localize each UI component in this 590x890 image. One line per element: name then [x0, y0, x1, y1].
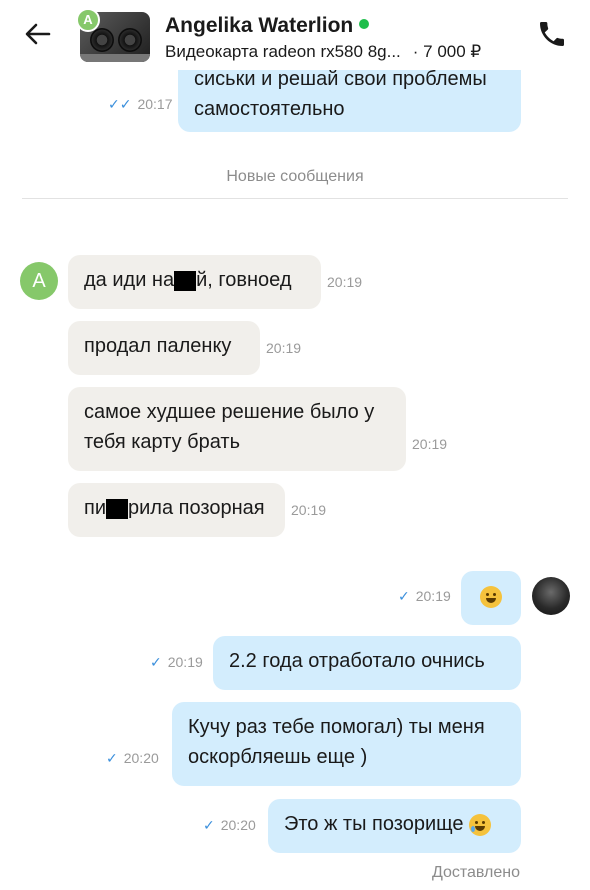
my-avatar[interactable]	[532, 577, 570, 615]
delivery-status: Доставлено	[431, 864, 520, 881]
message-text: Кучу раз тебе помогал) ты меня	[188, 716, 485, 738]
message-text: тебя карту брать	[84, 431, 241, 453]
message-bubble-incoming[interactable]: пи рила позорная	[68, 483, 285, 537]
sender-avatar[interactable]: A	[20, 262, 58, 300]
message-time: 20:19	[291, 502, 327, 518]
message-bubble-outgoing[interactable]: сиськи и решай свои проблемы самостоятел…	[178, 70, 521, 132]
gpu-fan-image	[118, 28, 142, 52]
phone-call-icon[interactable]	[536, 18, 568, 50]
message-meta: ✓ 20:19	[150, 654, 203, 671]
message-text-part: й, говноед	[196, 269, 292, 291]
message-bubble-outgoing[interactable]	[461, 571, 521, 625]
message-time: 20:20	[123, 750, 159, 766]
message-text: сиськи и решай свои проблемы	[194, 70, 487, 90]
message-meta: ✓ 20:19	[398, 588, 451, 605]
message-text-part: пи	[84, 497, 107, 519]
item-price: · 7 000 ₽	[412, 42, 482, 61]
grinning-face-icon	[480, 585, 502, 608]
item-info[interactable]: Видеокарта radeon rx580 8g... · 7 000 ₽	[165, 42, 481, 62]
gpu-bracket-image	[80, 54, 150, 62]
message-text-part: да иди на	[84, 269, 175, 291]
message-time: 20:19	[266, 340, 302, 356]
message-bubble-outgoing[interactable]: Это ж ты позорище	[268, 799, 521, 853]
chat-header: A Angelika Waterlion Видеокарта radeon r…	[0, 0, 590, 70]
check-icon: ✓	[150, 654, 162, 670]
message-time: 20:19	[415, 588, 451, 604]
message-list[interactable]: сиськи и решай свои проблемы самостоятел…	[0, 70, 590, 890]
message-time: 20:20	[220, 817, 256, 833]
new-messages-divider: Новые сообщения	[226, 168, 364, 185]
message-bubble-incoming[interactable]: самое худшее решение было у тебя карту б…	[68, 387, 406, 471]
double-check-icon: ✓✓	[108, 96, 132, 112]
item-title: Видеокарта radeon rx580 8g...	[165, 42, 401, 61]
redaction-block	[174, 270, 197, 291]
back-arrow-icon[interactable]	[22, 18, 54, 50]
message-text: оскорбляешь еще )	[188, 746, 368, 768]
message-bubble-outgoing[interactable]: Кучу раз тебе помогал) ты меня оскорбляе…	[172, 702, 521, 786]
divider-line	[22, 198, 568, 199]
message-text: самостоятельно	[194, 98, 345, 120]
crying-smile-face-icon	[469, 813, 492, 836]
message-meta: ✓ 20:20	[106, 750, 159, 767]
check-icon: ✓	[203, 817, 215, 833]
message-bubble-incoming[interactable]: продал паленку	[68, 321, 260, 375]
message-text-part: рила позорная	[128, 497, 265, 519]
redaction-block	[106, 498, 129, 519]
message-text: Это ж ты позорище	[284, 813, 464, 835]
message-bubble-outgoing[interactable]: 2.2 года отработало очнись	[213, 636, 521, 690]
message-meta: ✓✓ 20:17	[108, 96, 173, 113]
online-status-icon	[359, 19, 370, 30]
check-icon: ✓	[398, 588, 410, 604]
message-text: самое худшее решение было у	[84, 401, 375, 423]
gpu-fan-image	[90, 28, 114, 52]
message-time: 20:17	[137, 96, 173, 112]
contact-name: Angelika Waterlion	[165, 14, 354, 37]
message-text: 2.2 года отработало очнись	[229, 650, 485, 672]
message-time: 20:19	[327, 274, 363, 290]
contact-avatar[interactable]: A	[76, 8, 100, 32]
message-time: 20:19	[167, 654, 203, 670]
message-bubble-incoming[interactable]: да иди на й, говноед	[68, 255, 321, 309]
message-text: продал паленку	[84, 335, 232, 357]
message-time: 20:19	[412, 436, 448, 452]
contact-name-row[interactable]: Angelika Waterlion	[165, 14, 370, 38]
check-icon: ✓	[106, 750, 118, 766]
message-meta: ✓ 20:20	[203, 817, 256, 834]
